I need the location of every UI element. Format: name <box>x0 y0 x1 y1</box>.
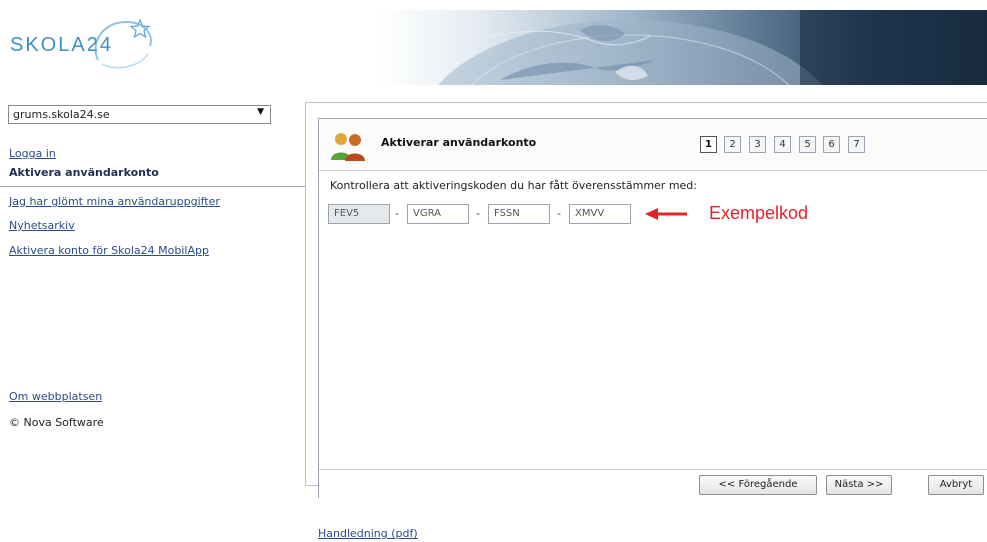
code-separator: - <box>395 207 399 220</box>
next-button[interactable]: Nästa >> <box>826 475 892 495</box>
step-4[interactable]: 4 <box>774 136 791 153</box>
wizard-header: Aktiverar användarkonto 1 2 3 4 5 6 7 <box>319 119 987 171</box>
code-part-3: FSSN <box>488 204 550 224</box>
code-part-4: XMVV <box>569 204 631 224</box>
dropdown-arrow-icon: ▼ <box>257 107 264 117</box>
manual-pdf-link[interactable]: Handledning (pdf) <box>318 527 418 540</box>
step-1[interactable]: 1 <box>700 136 717 153</box>
site-select[interactable]: grums.skola24.se ▼ <box>8 105 271 124</box>
instruction-text: Kontrollera att aktiveringskoden du har … <box>330 179 697 192</box>
step-6[interactable]: 6 <box>823 136 840 153</box>
code-part-1: FEV5 <box>328 204 390 224</box>
code-separator: - <box>557 207 561 220</box>
sidebar-link-nyhetsarkiv[interactable]: Nyhetsarkiv <box>9 219 75 232</box>
previous-button[interactable]: << Föregående <box>699 475 817 495</box>
example-code-label: Exempelkod <box>709 203 809 223</box>
about-link[interactable]: Om webbplatsen <box>9 390 102 403</box>
sidebar-link-logga-in[interactable]: Logga in <box>9 147 56 160</box>
sidebar-item-aktivera-anvandarkonto[interactable]: Aktivera användarkonto <box>9 166 159 179</box>
left-arrow-icon <box>645 208 687 220</box>
step-7[interactable]: 7 <box>848 136 865 153</box>
users-icon <box>331 133 365 161</box>
wizard-title: Aktiverar användarkonto <box>381 136 537 149</box>
globe-banner-image <box>438 10 987 85</box>
skola24-logo[interactable]: SKOLA24 <box>8 14 158 76</box>
step-2[interactable]: 2 <box>724 136 741 153</box>
code-separator: - <box>476 207 480 220</box>
step-5[interactable]: 5 <box>799 136 816 153</box>
code-part-2: VGRA <box>407 204 469 224</box>
cancel-button[interactable]: Avbryt <box>928 475 984 495</box>
copyright-text: © Nova Software <box>9 416 104 429</box>
site-select-value: grums.skola24.se <box>13 108 110 121</box>
header-banner <box>380 10 987 85</box>
activation-wizard: Aktiverar användarkonto 1 2 3 4 5 6 7 Ko… <box>318 118 987 499</box>
logo-text: SKOLA24 <box>10 34 113 56</box>
step-3[interactable]: 3 <box>749 136 766 153</box>
sidebar-link-mobilapp[interactable]: Aktivera konto för Skola24 MobilApp <box>9 244 209 257</box>
sidebar-divider <box>0 186 305 187</box>
sidebar-link-glomt-uppgifter[interactable]: Jag har glömt mina användaruppgifter <box>9 195 220 208</box>
